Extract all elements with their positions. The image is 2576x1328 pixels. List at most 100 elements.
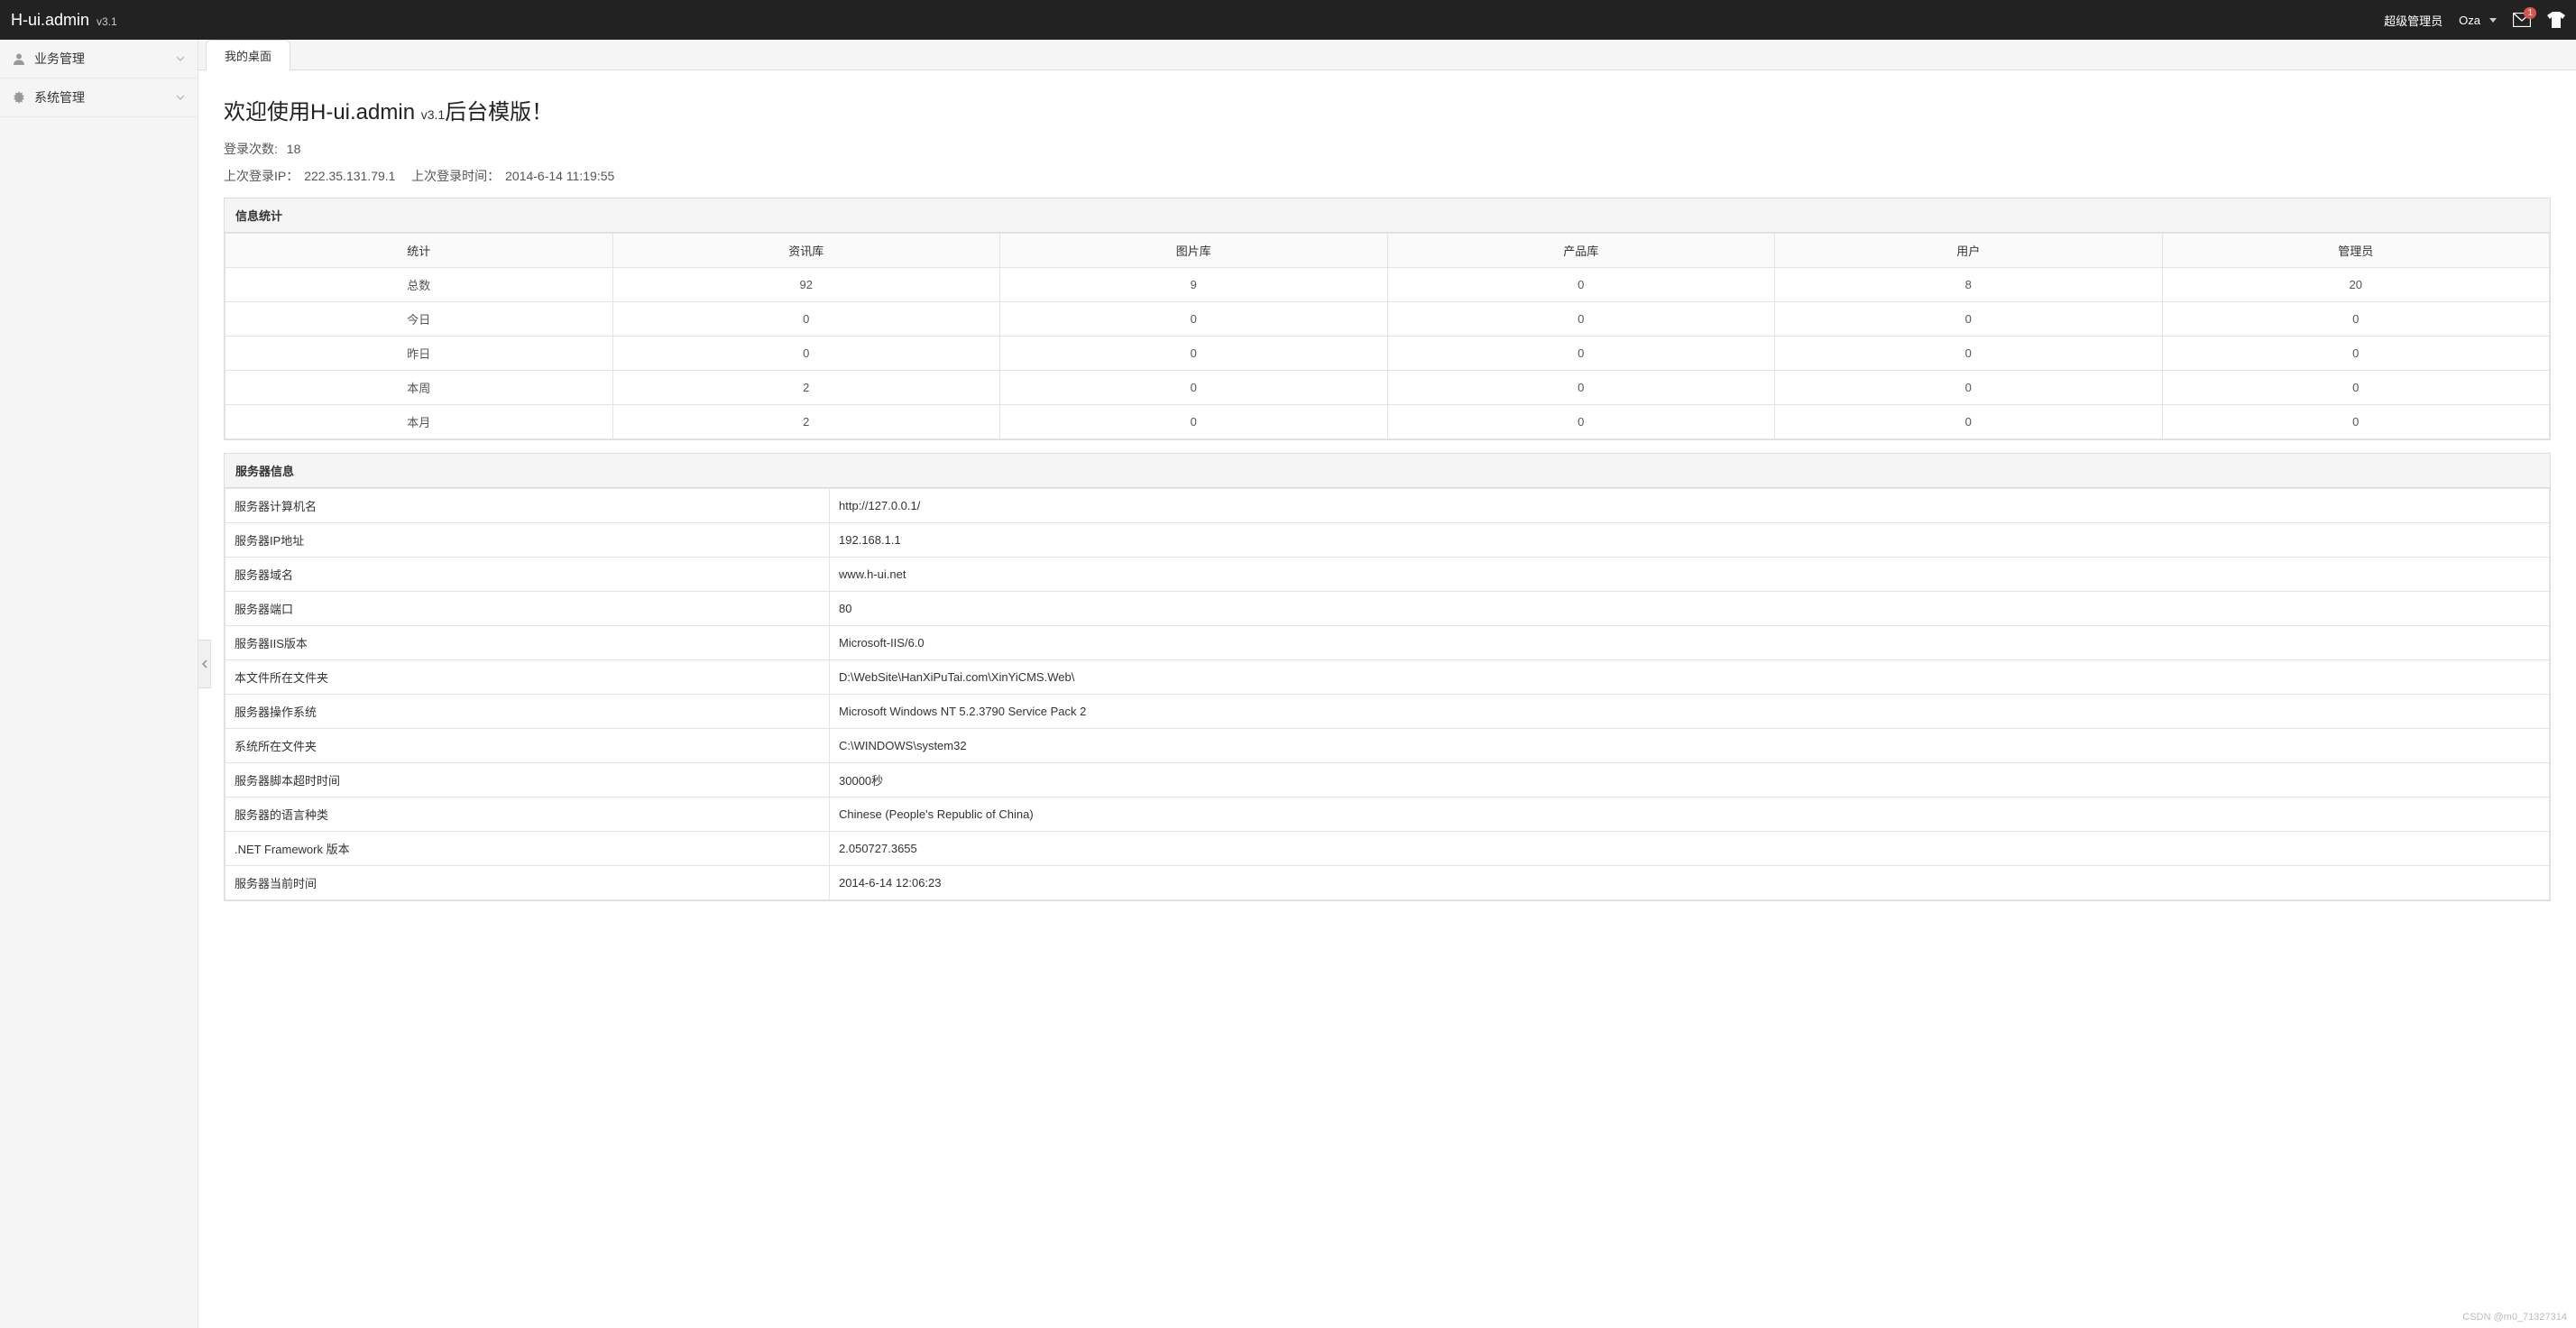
table-row: 服务器IP地址192.168.1.1 — [225, 523, 2550, 558]
server-key: 服务器脚本超时时间 — [225, 763, 830, 798]
table-row: 本月20000 — [225, 405, 2550, 439]
stats-cell: 0 — [1775, 371, 2163, 405]
main: 我的桌面 欢迎使用H-ui.admin v3.1后台模版！ 登录次数: 18 上… — [198, 40, 2576, 1328]
server-value: 2014-6-14 12:06:23 — [830, 866, 2550, 900]
server-key: 服务器的语言种类 — [225, 798, 830, 832]
mail-badge: 1 — [2524, 7, 2536, 19]
sidebar-item-label: 系统管理 — [34, 88, 85, 106]
table-row: 昨日00000 — [225, 337, 2550, 371]
stats-table: 统计资讯库图片库产品库用户管理员 总数9290820今日00000昨日00000… — [225, 233, 2550, 439]
watermark: CSDN @m0_71327314 — [2462, 1312, 2567, 1323]
stats-cell: 0 — [2162, 371, 2550, 405]
server-value: Microsoft Windows NT 5.2.3790 Service Pa… — [830, 695, 2550, 729]
server-key: 服务器域名 — [225, 558, 830, 592]
stats-col-4: 用户 — [1775, 234, 2163, 268]
stats-cell: 0 — [1387, 268, 1775, 302]
table-row: 本文件所在文件夹D:\WebSite\HanXiPuTai.com\XinYiC… — [225, 660, 2550, 695]
last-ip-value: 222.35.131.79.1 — [304, 169, 395, 183]
server-value: 30000秒 — [830, 763, 2550, 798]
brand-title: H-ui.admin — [11, 11, 89, 30]
server-key: 服务器操作系统 — [225, 695, 830, 729]
user-menu[interactable]: Oza — [2459, 14, 2497, 27]
stats-cell: 0 — [1775, 337, 2163, 371]
stats-row-label: 本周 — [225, 371, 613, 405]
server-value: 80 — [830, 592, 2550, 626]
server-value: www.h-ui.net — [830, 558, 2550, 592]
stats-cell: 0 — [1387, 371, 1775, 405]
server-value: C:\WINDOWS\system32 — [830, 729, 2550, 763]
stats-col-3: 产品库 — [1387, 234, 1775, 268]
user-role: 超级管理员 — [2384, 12, 2443, 29]
sidebar-item-business[interactable]: 业务管理 — [0, 40, 198, 78]
server-key: 系统所在文件夹 — [225, 729, 830, 763]
server-value: 192.168.1.1 — [830, 523, 2550, 558]
table-row: 总数9290820 — [225, 268, 2550, 302]
tab-desktop[interactable]: 我的桌面 — [206, 40, 290, 70]
server-panel-title: 服务器信息 — [225, 454, 2550, 488]
table-row: 服务器当前时间2014-6-14 12:06:23 — [225, 866, 2550, 900]
server-table: 服务器计算机名http://127.0.0.1/服务器IP地址192.168.1… — [225, 488, 2550, 900]
server-value: http://127.0.0.1/ — [830, 489, 2550, 523]
table-row: .NET Framework 版本2.050727.3655 — [225, 832, 2550, 866]
brand: H-ui.admin v3.1 — [11, 11, 117, 30]
stats-row-label: 总数 — [225, 268, 613, 302]
server-key: 服务器端口 — [225, 592, 830, 626]
stats-cell: 0 — [1387, 337, 1775, 371]
server-key: 服务器IP地址 — [225, 523, 830, 558]
stats-cell: 0 — [1000, 337, 1388, 371]
table-row: 系统所在文件夹C:\WINDOWS\system32 — [225, 729, 2550, 763]
stats-col-5: 管理员 — [2162, 234, 2550, 268]
gear-icon — [13, 91, 27, 104]
server-key: 服务器计算机名 — [225, 489, 830, 523]
layout: 业务管理 系统管理 我的桌面 — [0, 40, 2576, 1328]
skin-icon[interactable] — [2547, 12, 2565, 28]
last-ip-label: 上次登录IP： — [224, 169, 299, 183]
stats-cell: 0 — [1000, 371, 1388, 405]
server-value: Chinese (People's Republic of China) — [830, 798, 2550, 832]
table-row: 服务器IIS版本Microsoft-IIS/6.0 — [225, 626, 2550, 660]
content[interactable]: 欢迎使用H-ui.admin v3.1后台模版！ 登录次数: 18 上次登录IP… — [198, 70, 2576, 1328]
table-row: 服务器端口80 — [225, 592, 2550, 626]
welcome-version: v3.1 — [421, 107, 445, 122]
sidebar-item-label: 业务管理 — [34, 50, 85, 68]
stats-cell: 0 — [1000, 302, 1388, 337]
table-row: 本周20000 — [225, 371, 2550, 405]
stats-panel: 信息统计 统计资讯库图片库产品库用户管理员 总数9290820今日00000昨日… — [224, 198, 2551, 440]
sidebar-item-system[interactable]: 系统管理 — [0, 78, 198, 117]
user-name: Oza — [2459, 14, 2480, 27]
chevron-down-icon — [176, 95, 185, 100]
stats-cell: 8 — [1775, 268, 2163, 302]
welcome-suffix: 后台模版！ — [445, 100, 553, 124]
user-icon — [13, 52, 27, 65]
last-time-label: 上次登录时间： — [411, 169, 500, 183]
mail-icon[interactable]: 1 — [2513, 13, 2531, 27]
sidebar-collapse-handle[interactable] — [198, 640, 211, 688]
server-value: Microsoft-IIS/6.0 — [830, 626, 2550, 660]
stats-col-1: 资讯库 — [612, 234, 1000, 268]
sidebar: 业务管理 系统管理 — [0, 40, 198, 1328]
stats-cell: 0 — [2162, 337, 2550, 371]
stats-col-0: 统计 — [225, 234, 613, 268]
stats-cell: 0 — [2162, 302, 2550, 337]
brand-version: v3.1 — [97, 15, 117, 28]
stats-cell: 0 — [2162, 405, 2550, 439]
topbar-right: 超级管理员 Oza 1 — [2384, 12, 2565, 29]
server-value: 2.050727.3655 — [830, 832, 2550, 866]
stats-col-2: 图片库 — [1000, 234, 1388, 268]
login-count-value: 18 — [287, 142, 301, 156]
tabbar: 我的桌面 — [198, 40, 2576, 70]
stats-cell: 0 — [1387, 302, 1775, 337]
table-row: 服务器计算机名http://127.0.0.1/ — [225, 489, 2550, 523]
chevron-down-icon — [2489, 18, 2497, 23]
welcome-heading: 欢迎使用H-ui.admin v3.1后台模版！ — [224, 94, 2551, 125]
chevron-down-icon — [176, 56, 185, 61]
table-row: 服务器操作系统Microsoft Windows NT 5.2.3790 Ser… — [225, 695, 2550, 729]
server-key: 服务器当前时间 — [225, 866, 830, 900]
login-last-line: 上次登录IP：222.35.131.79.1 上次登录时间：2014-6-14 … — [224, 167, 2551, 185]
stats-cell: 20 — [2162, 268, 2550, 302]
server-panel: 服务器信息 服务器计算机名http://127.0.0.1/服务器IP地址192… — [224, 453, 2551, 901]
table-row: 服务器脚本超时时间30000秒 — [225, 763, 2550, 798]
stats-cell: 0 — [1775, 302, 2163, 337]
stats-cell: 2 — [612, 405, 1000, 439]
welcome-prefix: 欢迎使用H-ui.admin — [224, 100, 421, 124]
